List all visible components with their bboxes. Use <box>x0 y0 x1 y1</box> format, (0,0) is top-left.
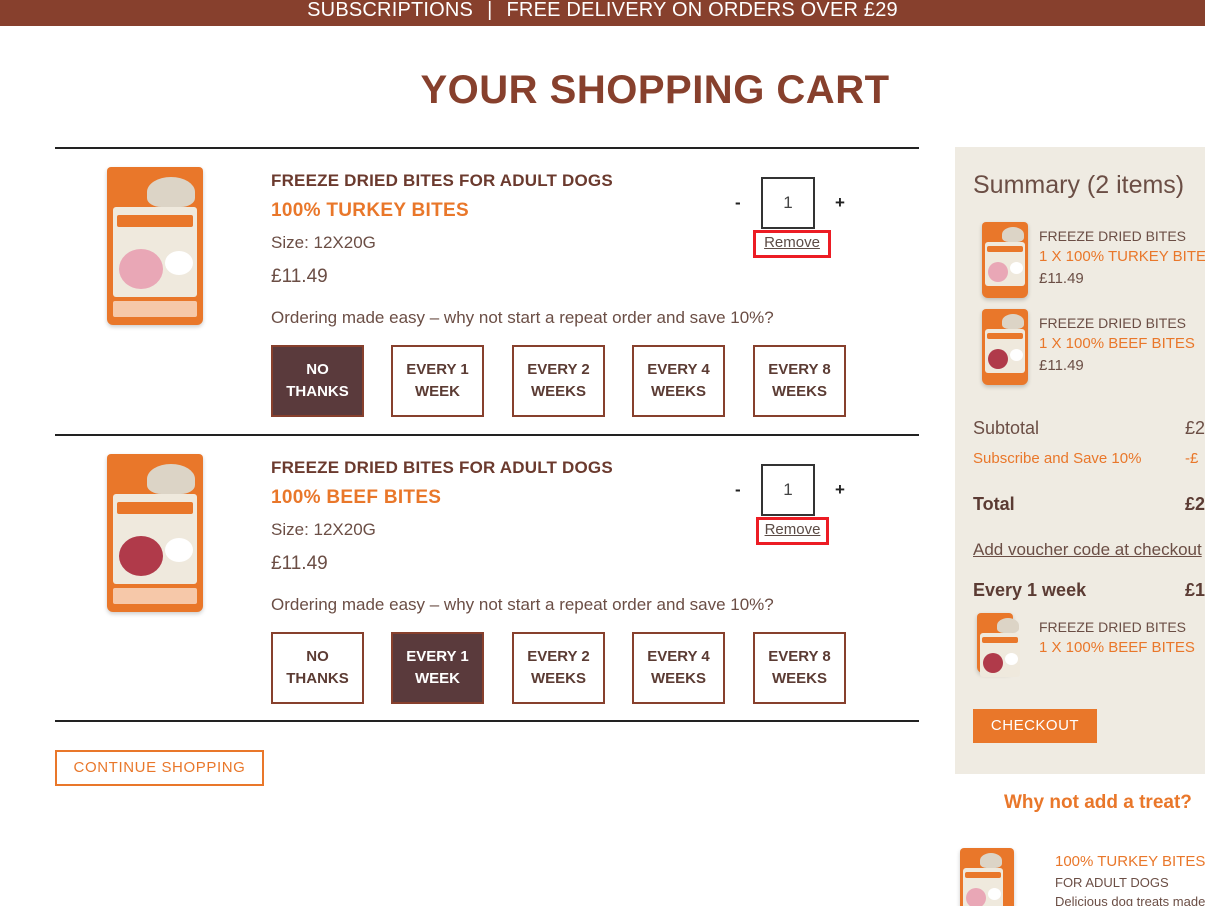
treat-description: Delicious dog treats made <box>1055 894 1205 906</box>
product-image[interactable] <box>99 167 211 329</box>
frequency-every-4-weeks[interactable]: EVERY 4 WEEKS <box>632 345 725 417</box>
free-delivery-text: FREE DELIVERY ON ORDERS OVER £29 <box>506 0 898 21</box>
summary-item-price: £11.49 <box>1039 357 1084 374</box>
treat-image[interactable] <box>960 848 1014 906</box>
subscriptions-link[interactable]: SUBSCRIPTIONS <box>307 0 473 21</box>
product-category: FREEZE DRIED BITES FOR ADULT DOGS <box>271 458 613 477</box>
frequency-every-2-weeks[interactable]: EVERY 2 WEEKS <box>512 632 605 704</box>
frequency-label: Every 1 week <box>973 580 1087 600</box>
quantity-input[interactable]: 1 <box>761 177 815 229</box>
frequency-every-4-weeks[interactable]: EVERY 4 WEEKS <box>632 632 725 704</box>
product-size: Size: 12X20G <box>271 233 376 252</box>
total-value: £21 <box>1185 494 1205 514</box>
summary-item: FREEZE DRIED BITES 1 X 100% BEEF BITES £… <box>955 309 1205 389</box>
frequency-every-1-week[interactable]: EVERY 1 WEEK <box>391 345 484 417</box>
summary-item-name[interactable]: 1 X 100% BEEF BITES <box>1039 335 1195 352</box>
remove-link[interactable]: Remove <box>756 233 828 252</box>
total-label: Total <box>973 494 1015 514</box>
cart-item: FREEZE DRIED BITES FOR ADULT DOGS 100% T… <box>55 149 919 436</box>
product-price: £11.49 <box>271 266 328 287</box>
summary-item-image <box>982 222 1028 298</box>
checkout-button[interactable]: CHECKOUT <box>973 709 1097 743</box>
promo-bar: SUBSCRIPTIONS | FREE DELIVERY ON ORDERS OV… <box>0 0 1205 26</box>
product-image[interactable] <box>99 454 211 616</box>
quantity-input[interactable]: 1 <box>761 464 815 516</box>
summary-item-category: FREEZE DRIED BITES <box>1039 228 1187 244</box>
summary-title: Summary (2 items) <box>973 171 1185 199</box>
product-category: FREEZE DRIED BITES FOR ADULT DOGS <box>271 171 613 190</box>
treat-heading: Why not add a treat? <box>1004 792 1192 813</box>
frequency-every-1-week[interactable]: EVERY 1 WEEK <box>391 632 484 704</box>
frequency-item-category: FREEZE DRIED BITES <box>1039 619 1187 635</box>
topbar-separator: | <box>487 0 493 21</box>
frequency-no-thanks[interactable]: NO THANKS <box>271 632 364 704</box>
frequency-item-name[interactable]: 1 X 100% BEEF BITES <box>1039 639 1195 656</box>
treat-category: FOR ADULT DOGS <box>1055 875 1169 890</box>
product-price: £11.49 <box>271 553 328 574</box>
discount-row: Subscribe and Save 10% -£ <box>973 450 1205 467</box>
summary-item-name[interactable]: 1 X 100% TURKEY BITES <box>1039 248 1205 265</box>
frequency-every-8-weeks[interactable]: EVERY 8 WEEKS <box>753 345 846 417</box>
treat-suggestion: 100% TURKEY BITES FOR ADULT DOGS Delicio… <box>960 848 1205 906</box>
remove-highlight: Remove <box>756 517 829 545</box>
order-summary: Summary (2 items) FREEZE DRIED BITES 1 X… <box>955 147 1205 774</box>
summary-item-price: £11.49 <box>1039 270 1084 287</box>
summary-item: FREEZE DRIED BITES 1 X 100% TURKEY BITES… <box>955 222 1205 302</box>
remove-link[interactable]: Remove <box>759 520 826 539</box>
continue-shopping-button[interactable]: CONTINUE SHOPPING <box>55 750 264 786</box>
page-title: YOUR SHOPPING CART <box>420 68 890 112</box>
summary-item-category: FREEZE DRIED BITES <box>1039 315 1187 331</box>
discount-value: -£ <box>1185 450 1199 467</box>
subtotal-value: £2 <box>1185 418 1205 438</box>
repeat-order-prompt: Ordering made easy – why not start a rep… <box>271 595 774 614</box>
quantity-increase-button[interactable]: + <box>835 193 845 213</box>
frequency-no-thanks[interactable]: NO THANKS <box>271 345 364 417</box>
summary-item-image <box>982 309 1028 385</box>
total-row: Total £21 <box>973 494 1205 515</box>
discount-label: Subscribe and Save 10% <box>973 450 1142 467</box>
quantity-decrease-button[interactable]: - <box>735 480 741 500</box>
quantity-decrease-button[interactable]: - <box>735 193 741 213</box>
product-name[interactable]: 100% BEEF BITES <box>271 487 441 509</box>
frequency-row: Every 1 week £10 <box>973 580 1205 601</box>
frequency-every-2-weeks[interactable]: EVERY 2 WEEKS <box>512 345 605 417</box>
treat-name[interactable]: 100% TURKEY BITES <box>1055 853 1205 870</box>
repeat-order-prompt: Ordering made easy – why not start a rep… <box>271 308 774 327</box>
quantity-increase-button[interactable]: + <box>835 480 845 500</box>
remove-highlight: Remove <box>753 230 831 258</box>
product-name[interactable]: 100% TURKEY BITES <box>271 200 469 222</box>
frequency-item: FREEZE DRIED BITES 1 X 100% BEEF BITES <box>955 613 1205 693</box>
cart-item: FREEZE DRIED BITES FOR ADULT DOGS 100% B… <box>55 436 919 723</box>
voucher-link[interactable]: Add voucher code at checkout <box>973 540 1205 560</box>
subtotal-label: Subtotal <box>973 418 1040 438</box>
subtotal-row: Subtotal £2 <box>973 418 1205 439</box>
frequency-every-8-weeks[interactable]: EVERY 8 WEEKS <box>753 632 846 704</box>
frequency-item-image <box>977 613 1020 677</box>
product-size: Size: 12X20G <box>271 520 376 539</box>
frequency-value: £10 <box>1185 580 1205 600</box>
